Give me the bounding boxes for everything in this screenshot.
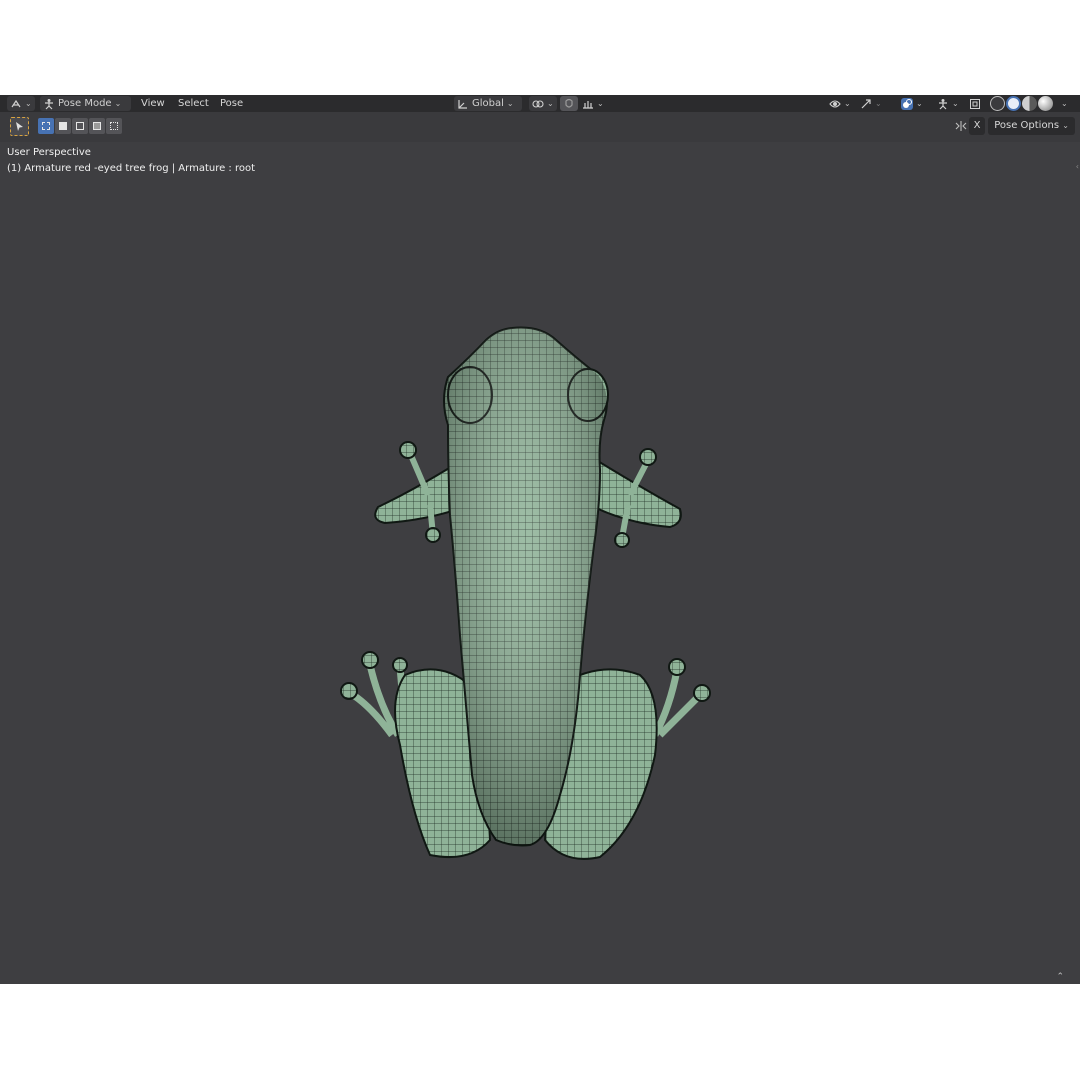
wireframe-shading-icon[interactable]	[990, 96, 1005, 111]
material-shading-icon[interactable]	[1022, 96, 1037, 111]
select-invert-icon	[93, 122, 101, 130]
chevron-down-icon: ⌄	[547, 99, 554, 108]
overlay-toggle[interactable]: ⌄	[898, 96, 926, 111]
mode-label: Pose Mode	[58, 98, 112, 109]
bone-overlay-icon	[939, 98, 947, 109]
3d-viewport[interactable]: ⌄ Pose Mode ⌄ View Select Pose Global ⌄	[0, 95, 1080, 984]
shading-mode-group	[990, 96, 1053, 111]
chevron-down-icon: ⌄	[506, 99, 514, 108]
select-subtract-button[interactable]	[72, 118, 88, 134]
snap-icon	[565, 98, 573, 108]
editor-type-button[interactable]: ⌄	[7, 96, 35, 111]
select-tool-icon	[16, 122, 23, 131]
menu-select[interactable]: Select	[178, 96, 209, 111]
mirror-icon	[955, 121, 967, 131]
chevron-down-icon: ⌄	[844, 99, 851, 108]
visibility-icon	[829, 99, 841, 108]
bone-overlay-toggle[interactable]: ⌄	[934, 96, 962, 111]
select-tool-button[interactable]	[10, 117, 29, 136]
transform-orientation-icon	[458, 99, 467, 109]
chevron-down-icon: ⌄	[114, 99, 122, 108]
pivot-point-selector[interactable]: ⌄	[529, 96, 557, 111]
shading-options[interactable]: ⌄	[1058, 96, 1071, 111]
chevron-down-icon: ⌄	[1062, 121, 1069, 130]
menu-view[interactable]: View	[141, 96, 165, 111]
tool-header: X Pose Options ⌄	[0, 112, 1080, 142]
snap-target-selector[interactable]: ⌄	[579, 96, 607, 111]
select-intersect-button[interactable]	[106, 118, 122, 134]
select-intersect-icon	[110, 122, 118, 130]
transform-orientation-selector[interactable]: Global ⌄	[454, 96, 522, 111]
chevron-down-icon: ⌄	[1061, 99, 1068, 108]
chevron-up-icon[interactable]: ⌃	[1056, 972, 1064, 982]
pose-options-label: Pose Options	[994, 120, 1060, 131]
chevron-down-icon: ⌄	[597, 99, 604, 108]
object-visibility-selector[interactable]: ⌄	[826, 96, 854, 111]
select-extend-icon	[59, 122, 67, 130]
x-mirror-axis-button[interactable]: X	[969, 117, 985, 135]
menu-pose[interactable]: Pose	[220, 96, 243, 111]
transform-pivot-icon	[532, 99, 544, 108]
rendered-shading-icon[interactable]	[1038, 96, 1053, 111]
gizmo-icon	[861, 98, 871, 108]
solid-shading-icon[interactable]	[1006, 96, 1021, 111]
chevron-down-icon: ⌄	[875, 99, 882, 108]
pose-mode-icon	[45, 98, 53, 109]
chevron-down-icon: ⌄	[952, 99, 959, 108]
pose-options-dropdown[interactable]: Pose Options ⌄	[988, 117, 1075, 135]
chevron-down-icon: ⌄	[25, 99, 32, 108]
frog-mesh[interactable]	[0, 142, 1080, 984]
snap-toggle[interactable]	[560, 96, 578, 111]
mirror-toggle[interactable]	[952, 117, 970, 135]
right-hind-foot	[651, 669, 703, 738]
xray-toggle[interactable]	[966, 96, 984, 111]
selection-mode-group	[38, 118, 122, 134]
xray-icon	[970, 98, 980, 109]
mode-selector[interactable]: Pose Mode ⌄	[40, 96, 131, 111]
viewport-header: ⌄ Pose Mode ⌄ View Select Pose Global ⌄	[0, 95, 1080, 112]
select-new-button[interactable]	[38, 118, 54, 134]
select-extend-button[interactable]	[55, 118, 71, 134]
overlay-icon	[901, 97, 913, 110]
gizmo-toggle[interactable]: ⌄	[857, 96, 885, 111]
chevron-down-icon: ⌄	[916, 99, 923, 108]
select-new-icon	[42, 122, 50, 130]
select-invert-button[interactable]	[89, 118, 105, 134]
orientation-label: Global	[472, 98, 504, 109]
editor-type-icon	[11, 99, 21, 107]
proportional-edit-icon	[583, 100, 593, 109]
select-subtract-icon	[76, 122, 84, 130]
